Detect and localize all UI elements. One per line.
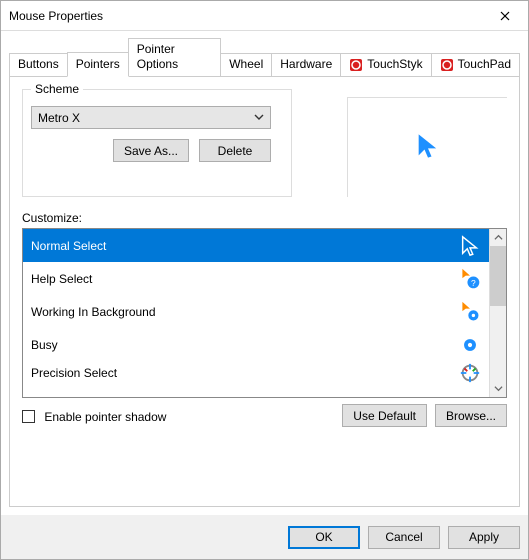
svg-text:?: ? (471, 277, 476, 287)
busy-cursor-icon (457, 332, 483, 358)
scheme-fieldset: Scheme Metro X Save As... Delete (22, 89, 292, 197)
cursor-arrow-icon (457, 233, 483, 259)
scroll-down-button[interactable] (490, 380, 506, 397)
close-icon (500, 8, 510, 24)
cancel-button[interactable]: Cancel (368, 526, 440, 549)
tabstrip: Buttons Pointers Pointer Options Wheel H… (9, 37, 520, 76)
enable-shadow-label[interactable]: Enable pointer shadow (22, 408, 166, 424)
dialog-button-row: OK Cancel Apply (1, 515, 528, 559)
list-item-label: Busy (31, 338, 58, 352)
list-item-normal-select[interactable]: Normal Select (23, 229, 489, 262)
scheme-row: Scheme Metro X Save As... Delete (22, 89, 507, 197)
list-item-label: Help Select (31, 272, 92, 286)
save-as-button[interactable]: Save As... (113, 139, 189, 162)
list-item-label: Normal Select (31, 239, 106, 253)
customize-list-wrap: Normal Select Help Select ? (22, 228, 507, 398)
scheme-legend: Scheme (31, 82, 83, 96)
list-item-label: Working In Background (31, 305, 156, 319)
list-item-working-in-background[interactable]: Working In Background (23, 295, 489, 328)
chevron-down-icon (254, 111, 264, 125)
tab-hardware[interactable]: Hardware (271, 53, 341, 77)
mouse-properties-dialog: Mouse Properties Buttons Pointers Pointe… (0, 0, 529, 560)
tab-touchpad[interactable]: TouchPad (431, 53, 520, 77)
list-item-busy[interactable]: Busy (23, 328, 489, 361)
scheme-combobox[interactable]: Metro X (31, 106, 271, 129)
chevron-down-icon (494, 382, 503, 396)
list-item-help-select[interactable]: Help Select ? (23, 262, 489, 295)
apply-button[interactable]: Apply (448, 526, 520, 549)
crosshair-icon (457, 360, 483, 386)
delete-button[interactable]: Delete (199, 139, 271, 162)
scroll-track[interactable] (490, 306, 506, 380)
client-area: Buttons Pointers Pointer Options Wheel H… (1, 31, 528, 515)
below-list-row: Enable pointer shadow Use Default Browse… (22, 404, 507, 427)
chevron-up-icon (494, 231, 503, 245)
list-scrollbar[interactable] (489, 229, 506, 397)
help-cursor-icon: ? (457, 266, 483, 292)
list-item-precision-select[interactable]: Precision Select (23, 361, 489, 385)
scheme-selected: Metro X (38, 111, 80, 125)
close-button[interactable] (482, 1, 528, 31)
busy-bg-cursor-icon (457, 299, 483, 325)
browse-button[interactable]: Browse... (435, 404, 507, 427)
scroll-thumb[interactable] (490, 246, 506, 306)
scroll-up-button[interactable] (490, 229, 506, 246)
customize-label: Customize: (22, 211, 507, 225)
cursor-preview (347, 97, 507, 197)
synaptics-icon (349, 58, 363, 72)
list-item-label: Precision Select (31, 366, 117, 380)
cursor-arrow-icon (414, 132, 442, 163)
tab-touchstyk[interactable]: TouchStyk (340, 53, 431, 77)
ok-button[interactable]: OK (288, 526, 360, 549)
tab-wheel[interactable]: Wheel (220, 53, 272, 77)
tab-pointers[interactable]: Pointers (67, 52, 129, 77)
enable-shadow-text: Enable pointer shadow (44, 410, 166, 424)
window-title: Mouse Properties (9, 9, 103, 23)
scheme-buttons: Save As... Delete (31, 139, 271, 162)
titlebar: Mouse Properties (1, 1, 528, 31)
synaptics-icon (440, 58, 454, 72)
enable-shadow-checkbox[interactable] (22, 410, 35, 423)
tab-buttons[interactable]: Buttons (9, 53, 68, 77)
use-default-button[interactable]: Use Default (342, 404, 427, 427)
tabpage-pointers: Scheme Metro X Save As... Delete (9, 76, 520, 507)
tab-pointer-options[interactable]: Pointer Options (128, 38, 221, 77)
customize-list[interactable]: Normal Select Help Select ? (23, 229, 489, 397)
